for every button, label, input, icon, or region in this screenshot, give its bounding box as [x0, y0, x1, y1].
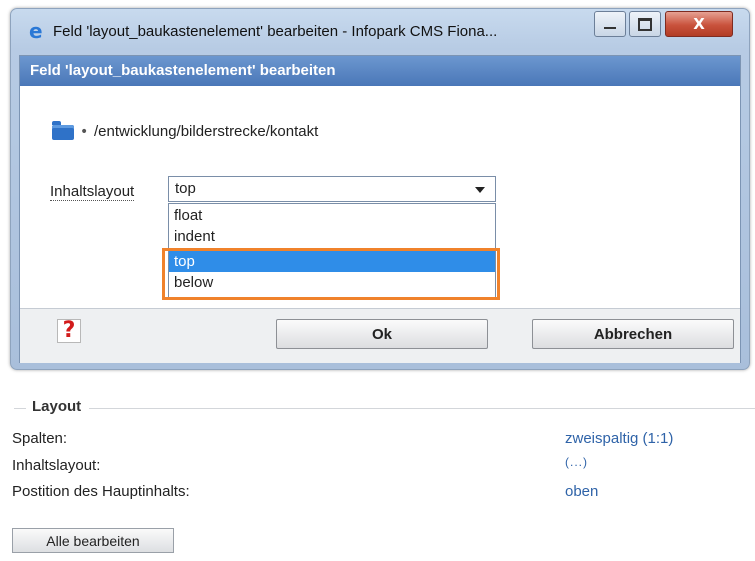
window-titlebar[interactable]: e Feld 'layout_baukastenelement' bearbei… — [11, 9, 749, 53]
minimize-button[interactable] — [594, 11, 626, 37]
maximize-icon — [638, 17, 652, 31]
inhaltslayout-label: Inhaltslayout — [50, 183, 135, 201]
option-indent[interactable]: indent — [169, 226, 495, 247]
section-divider — [14, 408, 755, 409]
maximize-button[interactable] — [629, 11, 661, 37]
spalten-value-link[interactable]: zweispaltig (1:1) — [565, 430, 673, 447]
object-path: /entwicklung/bilderstrecke/kontakt — [94, 123, 319, 140]
position-hauptinhalt-value-link[interactable]: oben — [565, 483, 598, 500]
option-float[interactable]: float — [169, 205, 495, 226]
window-title: Feld 'layout_baukastenelement' bearbeite… — [53, 23, 498, 40]
spalten-label: Spalten: — [12, 430, 68, 447]
bullet-icon: • — [80, 124, 89, 140]
cancel-button[interactable]: Abbrechen — [532, 319, 734, 349]
ok-button[interactable]: Ok — [276, 319, 488, 349]
inhaltslayout-select[interactable]: top — [168, 176, 496, 202]
popup-window: e Feld 'layout_baukastenelement' bearbei… — [10, 8, 750, 370]
inhaltslayout-row-label: Inhaltslayout: — [12, 457, 101, 474]
chevron-down-icon[interactable] — [475, 187, 485, 193]
dialog-footer: ? Ok Abbrechen — [20, 308, 740, 363]
inhaltslayout-value-link[interactable]: (...) — [565, 455, 588, 469]
edit-field-dialog: Feld 'layout_baukastenelement' bearbeite… — [19, 55, 741, 363]
close-icon: X — [693, 15, 705, 33]
ie-icon: e — [29, 19, 43, 43]
position-hauptinhalt-label: Postition des Hauptinhalts: — [12, 483, 190, 500]
folder-icon — [52, 121, 74, 140]
layout-section-title: Layout — [26, 398, 90, 415]
select-current-value: top — [175, 180, 196, 197]
edit-all-button[interactable]: Alle bearbeiten — [12, 528, 174, 553]
help-icon[interactable]: ? — [57, 319, 81, 343]
highlight-box — [162, 248, 500, 300]
minimize-icon — [604, 27, 616, 29]
dialog-header: Feld 'layout_baukastenelement' bearbeite… — [20, 56, 740, 86]
close-button[interactable]: X — [665, 11, 733, 37]
